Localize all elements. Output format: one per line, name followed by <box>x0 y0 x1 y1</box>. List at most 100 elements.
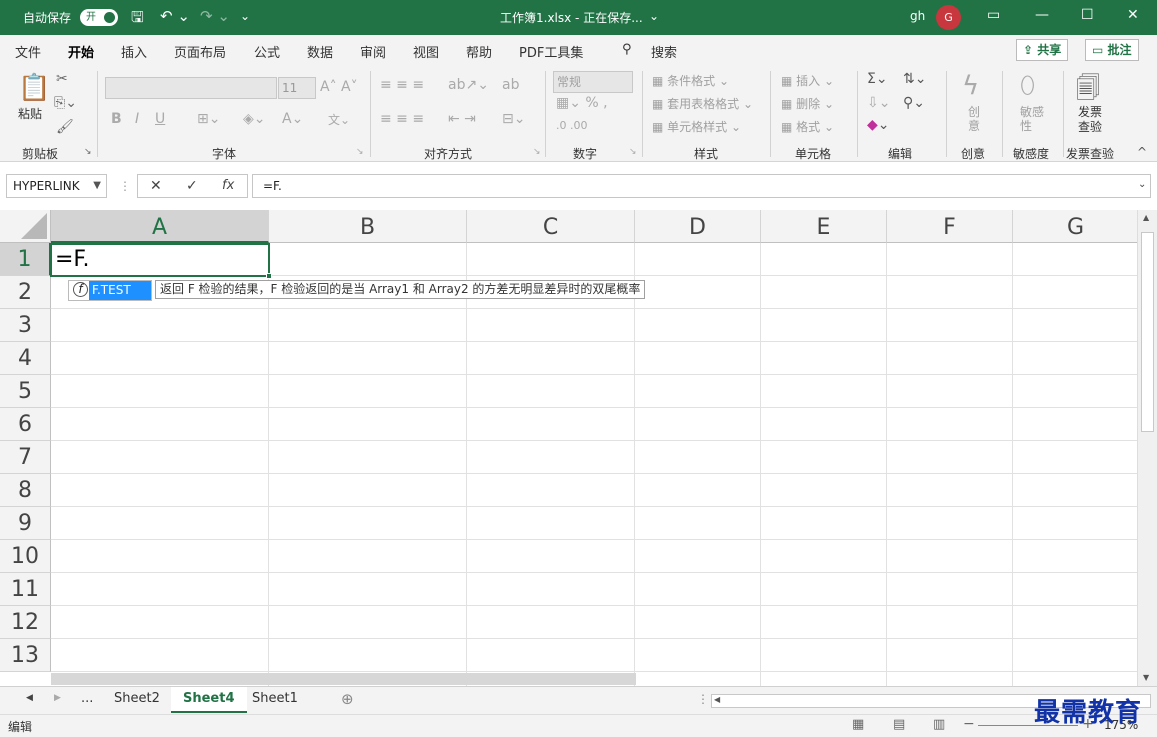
sheet-tab-active[interactable]: Sheet4 <box>171 687 247 713</box>
tab-data[interactable]: 数据 <box>307 42 333 61</box>
tab-splitter-icon[interactable]: ⋮ <box>697 692 709 706</box>
column-header[interactable]: G <box>1013 210 1137 243</box>
border-icon[interactable]: ⊞⌄ <box>197 111 220 127</box>
scroll-left-icon[interactable]: ◀ <box>714 695 720 704</box>
sensitivity-button-label[interactable]: 敏感性 <box>1020 105 1046 133</box>
invoice-label-2[interactable]: 查验 <box>1078 118 1102 135</box>
scroll-down-icon[interactable]: ▼ <box>1143 673 1149 682</box>
close-icon[interactable]: ✕ <box>1127 7 1139 23</box>
name-box[interactable]: HYPERLINK ▼ <box>6 174 107 198</box>
fill-icon[interactable]: ⇩⌄ <box>867 95 890 111</box>
tab-pdf-tools[interactable]: PDF工具集 <box>519 42 583 61</box>
maximize-icon[interactable]: ☐ <box>1081 7 1094 23</box>
conditional-format-button[interactable]: ▦ 条件格式 ⌄ <box>652 72 729 89</box>
enter-icon[interactable]: ✓ <box>186 178 198 194</box>
row-header[interactable]: 5 <box>0 375 51 408</box>
format-as-table-button[interactable]: ▦ 套用表格格式 ⌄ <box>652 95 753 112</box>
align-top-icon[interactable]: ≡ ≡ ≡ <box>380 77 424 93</box>
sort-filter-icon[interactable]: ⇅⌄ <box>903 71 926 87</box>
row-header[interactable]: 13 <box>0 639 51 672</box>
save-icon[interactable]: 🖫 <box>131 7 144 32</box>
normal-view-icon[interactable]: ▦ <box>852 717 864 732</box>
column-header[interactable]: B <box>269 210 467 243</box>
row-header[interactable]: 1 <box>0 243 51 276</box>
page-layout-view-icon[interactable]: ▤ <box>893 717 905 732</box>
wrap-text-icon[interactable]: ab <box>502 77 519 93</box>
ideas-button-label[interactable]: 创意 <box>968 105 982 133</box>
insert-function-icon[interactable]: fx <box>222 178 234 193</box>
collapse-ribbon-icon[interactable]: ^ <box>1137 145 1147 159</box>
sheet-tab[interactable]: Sheet2 <box>102 687 172 713</box>
format-cells-button[interactable]: ▦ 格式 ⌄ <box>781 118 834 135</box>
decimal-icon[interactable]: .0 .00 <box>556 119 588 132</box>
tab-home[interactable]: 开始 <box>68 42 95 68</box>
currency-icon[interactable]: ▦⌄ % , <box>556 95 608 111</box>
row-header[interactable]: 11 <box>0 573 51 606</box>
row-header[interactable]: 12 <box>0 606 51 639</box>
vertical-scrollbar[interactable]: ▲ ▼ <box>1137 210 1157 686</box>
align-left-icon[interactable]: ≡ ≡ ≡ <box>380 111 424 127</box>
cut-icon[interactable]: ✂ <box>56 71 68 87</box>
autosum-icon[interactable]: Σ⌄ <box>867 71 888 87</box>
font-name-select[interactable] <box>105 77 277 99</box>
next-sheet-icon[interactable]: ▶ <box>54 693 61 703</box>
number-launcher-icon[interactable]: ↘ <box>629 147 637 157</box>
more-sheets-button[interactable]: ... <box>81 691 93 706</box>
vertical-scroll-thumb[interactable] <box>1141 232 1154 432</box>
font-color-icon[interactable]: A⌄ <box>282 111 303 127</box>
redo-icon[interactable]: ↷ ⌄ <box>200 7 230 25</box>
sheet-tab[interactable]: Sheet1 <box>240 687 310 713</box>
column-header[interactable]: A <box>51 210 269 243</box>
row-header[interactable]: 7 <box>0 441 51 474</box>
ribbon-display-icon[interactable]: ▭ <box>987 7 1000 23</box>
increase-font-icon[interactable]: A˄ A˅ <box>320 79 358 95</box>
formula-input[interactable]: =F. <box>252 174 1151 198</box>
tab-file[interactable]: 文件 <box>15 42 41 61</box>
italic-button[interactable]: I <box>135 111 139 127</box>
avatar[interactable]: G <box>936 5 961 30</box>
tab-review[interactable]: 审阅 <box>360 42 386 61</box>
expand-formula-icon[interactable]: ⌄ <box>1138 179 1146 190</box>
ideas-icon[interactable]: ϟ <box>962 71 979 101</box>
tab-view[interactable]: 视图 <box>413 42 439 61</box>
title-dropdown-icon[interactable]: ⌄ <box>649 9 659 23</box>
prev-sheet-icon[interactable]: ◀ <box>26 693 33 703</box>
font-launcher-icon[interactable]: ↘ <box>356 147 364 157</box>
tab-formulas[interactable]: 公式 <box>254 42 280 61</box>
select-all-corner[interactable] <box>0 210 51 243</box>
scroll-up-icon[interactable]: ▲ <box>1143 213 1149 222</box>
phonetic-icon[interactable]: 文⌄ <box>328 111 350 128</box>
indent-icon[interactable]: ⇤ ⇥ <box>448 111 476 127</box>
insert-cells-button[interactable]: ▦ 插入 ⌄ <box>781 72 834 89</box>
alignment-launcher-icon[interactable]: ↘ <box>533 147 541 157</box>
tab-insert[interactable]: 插入 <box>121 42 147 61</box>
autosave-toggle[interactable]: 开 <box>80 9 118 26</box>
customize-qat-icon[interactable]: ⌄ <box>240 9 250 23</box>
column-header[interactable]: E <box>761 210 887 243</box>
row-header[interactable]: 2 <box>0 276 51 309</box>
minimize-icon[interactable]: — <box>1035 7 1049 23</box>
format-painter-icon[interactable]: 🖌 <box>56 119 74 135</box>
row-header[interactable]: 8 <box>0 474 51 507</box>
copy-icon[interactable]: ⎘⌄ <box>54 95 77 111</box>
search-icon[interactable]: ⚲ <box>622 42 632 57</box>
search-label[interactable]: 搜索 <box>651 42 677 61</box>
merge-icon[interactable]: ⊟⌄ <box>502 111 525 127</box>
cell-styles-button[interactable]: ▦ 单元格样式 ⌄ <box>652 118 741 135</box>
share-button[interactable]: ⇪ 共享 <box>1016 39 1069 61</box>
autocomplete-function-name[interactable]: F.TEST <box>89 281 151 300</box>
clipboard-launcher-icon[interactable]: ↘ <box>84 147 92 157</box>
comment-button[interactable]: ▭ 批注 <box>1085 39 1139 61</box>
underline-button[interactable]: U <box>155 111 165 127</box>
column-header[interactable]: F <box>887 210 1013 243</box>
clear-icon[interactable]: ◆⌄ <box>867 117 890 133</box>
spreadsheet-grid[interactable]: A B C D E F G 1 2 3 4 5 6 7 8 9 10 11 12… <box>0 210 1137 686</box>
paste-label[interactable]: 粘贴 <box>18 105 42 122</box>
sensitivity-icon[interactable]: ⬯ <box>1020 71 1035 99</box>
row-header[interactable]: 3 <box>0 309 51 342</box>
undo-icon[interactable]: ↶ ⌄ <box>160 7 190 25</box>
zoom-out-icon[interactable]: − <box>963 716 975 732</box>
row-header[interactable]: 6 <box>0 408 51 441</box>
paste-icon[interactable]: 📋 <box>18 73 50 103</box>
column-header[interactable]: D <box>635 210 761 243</box>
